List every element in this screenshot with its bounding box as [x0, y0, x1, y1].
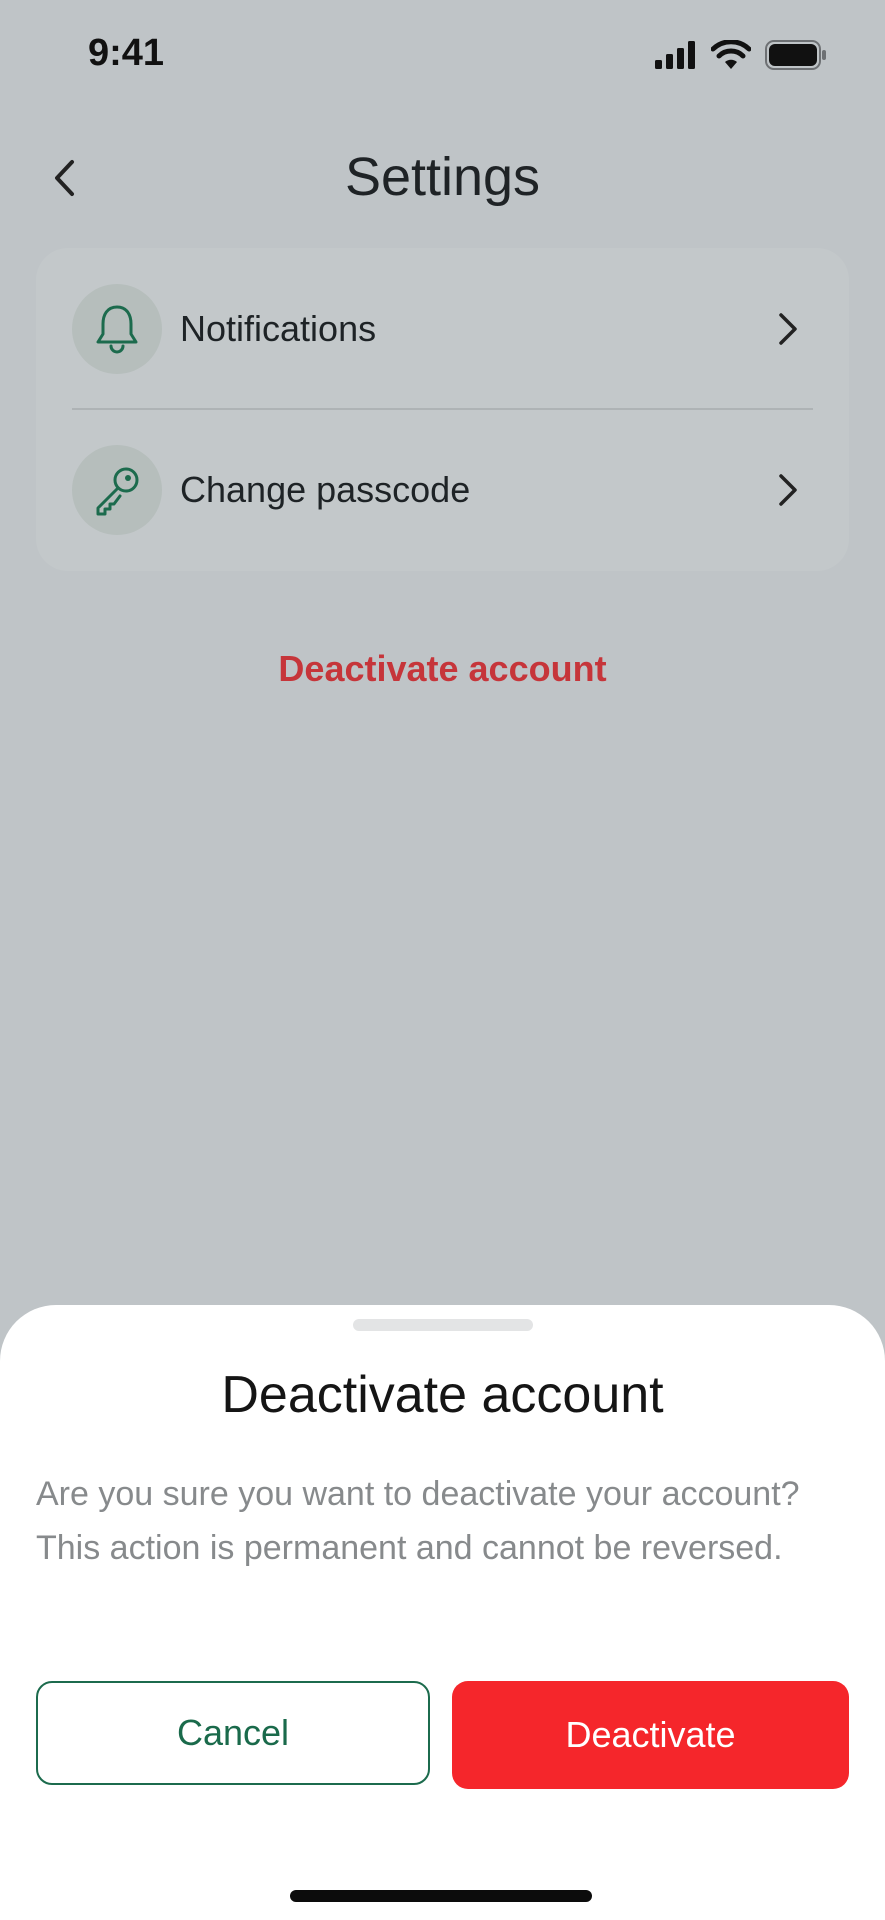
cellular-signal-icon: [655, 41, 697, 74]
passcode-icon-badge: [72, 445, 162, 535]
battery-icon: [765, 40, 827, 75]
sheet-title: Deactivate account: [221, 1366, 664, 1424]
page-title: Settings: [344, 147, 541, 207]
notifications-icon-badge: [72, 284, 162, 374]
wifi-icon: [710, 39, 752, 75]
chevron-right-icon: [773, 470, 803, 510]
status-icons: [655, 39, 827, 75]
settings-screen: 9:41 Settings Notifications Change passc…: [0, 0, 885, 1920]
cancel-button[interactable]: Cancel: [36, 1681, 430, 1785]
key-icon: [96, 467, 139, 516]
bell-icon: [96, 305, 138, 354]
settings-item-change-passcode[interactable]: Change passcode: [36, 409, 849, 571]
home-indicator: [290, 1890, 592, 1902]
settings-item-label: Change passcode: [180, 469, 471, 510]
status-time: 9:41: [88, 32, 165, 74]
settings-card: Notifications Change passcode: [36, 248, 849, 571]
deactivate-account-link[interactable]: Deactivate account: [0, 648, 885, 690]
settings-item-label: Notifications: [180, 308, 377, 349]
deactivate-button[interactable]: Deactivate: [452, 1681, 849, 1789]
sheet-grabber[interactable]: [353, 1319, 533, 1331]
deactivate-bottom-sheet: Deactivate account Are you sure you want…: [0, 1305, 885, 1920]
sheet-message: Are you sure you want to deactivate your…: [36, 1475, 800, 1567]
settings-item-notifications[interactable]: Notifications: [36, 248, 849, 410]
chevron-right-icon: [773, 309, 803, 349]
